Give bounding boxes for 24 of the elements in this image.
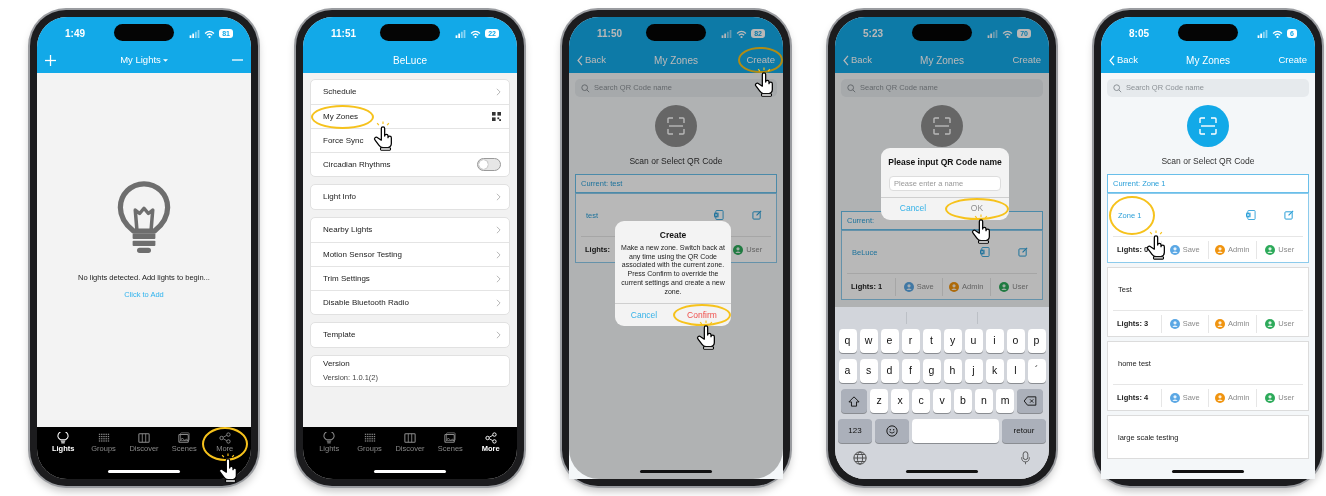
menu-item-label: My Zones (311, 104, 375, 129)
screen-title: My Zones (654, 53, 698, 68)
menu-item-label: Nearby Lights (323, 224, 373, 236)
dialog-title: Create (658, 229, 688, 242)
menu-item-label: Circadian Rhythms (323, 158, 391, 171)
menu-item-label: Force Sync (323, 134, 364, 147)
status-time: 1:49 (65, 27, 85, 41)
screen-title: BeLuce (393, 53, 427, 68)
menu-item-label: Version (323, 358, 350, 371)
menu-item-label: Motion Sensor Testing (323, 248, 402, 261)
status-time: 5:23 (863, 27, 883, 41)
screen-title: My Zones (1186, 53, 1230, 68)
menu-item-label: Schedule (323, 86, 357, 98)
menu-item-label: Template (323, 329, 356, 341)
menu-item-label: Light Info (323, 191, 356, 203)
menu-item-label: Trim Settings (323, 272, 370, 285)
status-time: 11:50 (597, 27, 623, 41)
status-time: 8:05 (1129, 27, 1149, 41)
status-time: 11:51 (331, 27, 357, 41)
dialog-title: Please input QR Code name (887, 156, 1003, 169)
screen-title: My Zones (920, 53, 964, 68)
scan-label: Scan or Select QR Code (1160, 155, 1256, 166)
menu-item-label: Disable Bluetooth Radio (323, 296, 409, 309)
scan-label: Scan or Select QR Code (628, 155, 724, 166)
